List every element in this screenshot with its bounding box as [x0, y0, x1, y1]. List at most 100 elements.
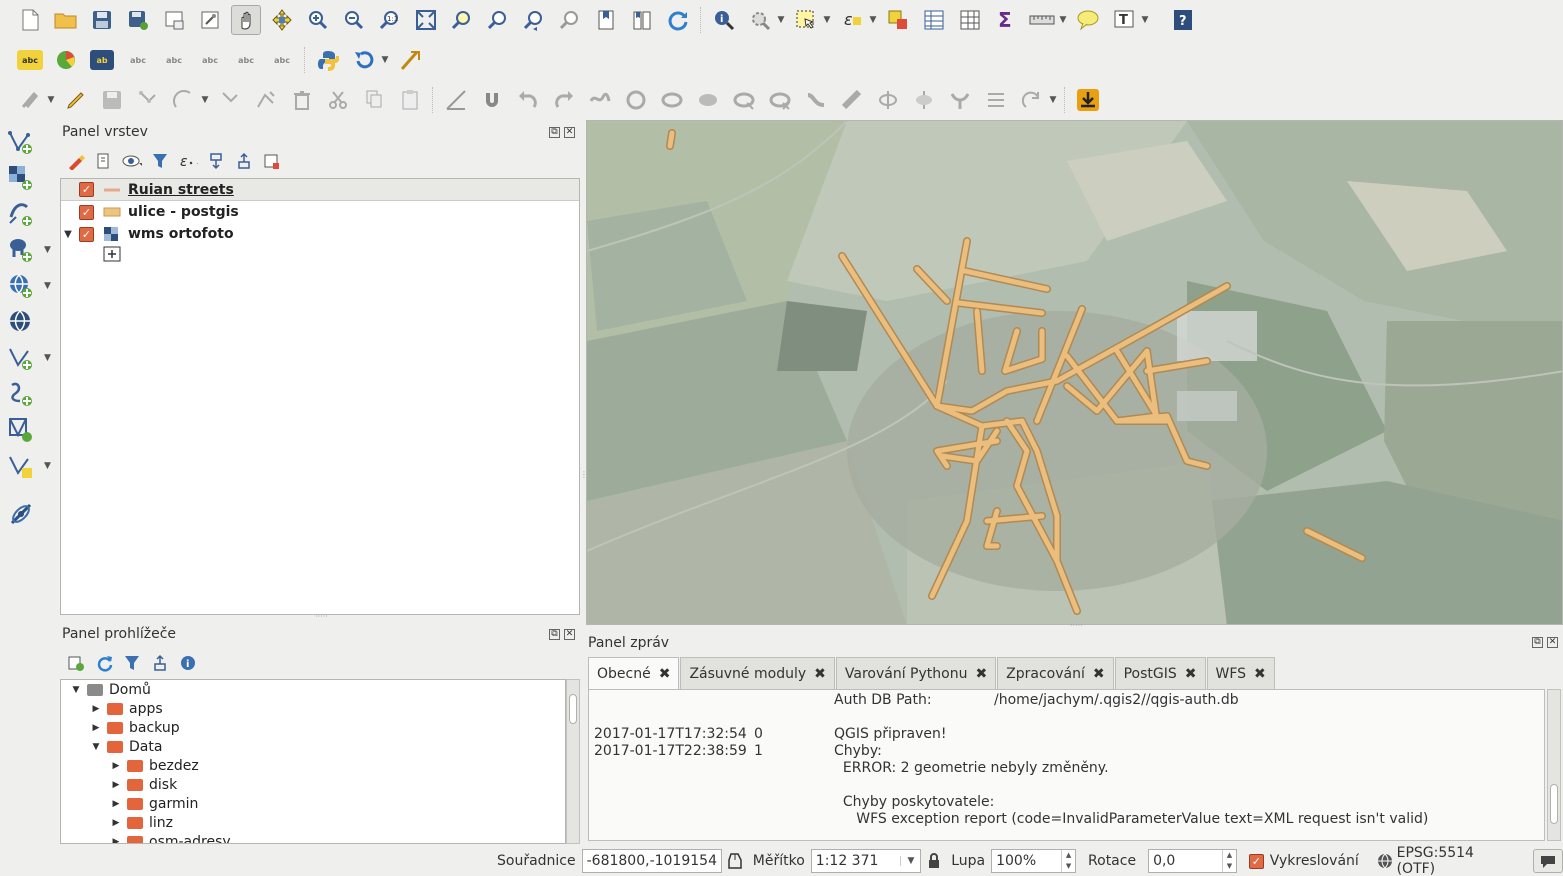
- add-wfs-layer-icon[interactable]: ▼: [0, 340, 56, 376]
- help-icon[interactable]: ?: [1168, 5, 1198, 35]
- layer-item-wms-ortofoto[interactable]: ▼ ✓ wms ortofoto: [61, 223, 579, 245]
- paste-features-icon[interactable]: [395, 85, 425, 115]
- tab-postgis[interactable]: PostGIS ✖: [1114, 657, 1206, 689]
- measure-dropdown-icon[interactable]: ▼: [1058, 15, 1068, 25]
- undo-icon[interactable]: [513, 85, 543, 115]
- zoom-to-selection-icon[interactable]: [447, 5, 477, 35]
- zoom-out-icon[interactable]: [339, 5, 369, 35]
- add-virtual-layer-icon[interactable]: [0, 412, 56, 448]
- deselect-icon[interactable]: [883, 5, 913, 35]
- map-splitter[interactable]: ·····: [1070, 621, 1083, 630]
- close-panel-icon[interactable]: ✕: [564, 127, 575, 138]
- new-shapefile-layer-icon[interactable]: ▼: [0, 448, 56, 484]
- statistics-icon[interactable]: Σ: [991, 5, 1021, 35]
- undo-plugin-dropdown-icon[interactable]: ▼: [380, 55, 390, 65]
- scale-combobox[interactable]: 1:12 371 ▼: [810, 849, 922, 873]
- collapsed-arrow-icon[interactable]: ▶: [109, 761, 123, 771]
- map-tips-icon[interactable]: [1073, 5, 1103, 35]
- zoom-full-icon[interactable]: [411, 5, 441, 35]
- annotation-dropdown-icon[interactable]: ▼: [1140, 15, 1150, 25]
- browser-item[interactable]: ▶ garmin: [61, 794, 565, 813]
- layer-labeling-icon[interactable]: abc: [15, 45, 45, 75]
- new-project-icon[interactable]: [15, 5, 45, 35]
- rotation-spin-arrows-icon[interactable]: ▲ ▼: [1221, 850, 1236, 872]
- close-tab-icon[interactable]: ✖: [975, 666, 987, 682]
- postgis-dropdown-icon[interactable]: ▼: [44, 245, 51, 255]
- browser-item[interactable]: ▶ disk: [61, 775, 565, 794]
- add-delimited-text-layer-icon[interactable]: [0, 376, 56, 412]
- node-tool-icon[interactable]: [251, 85, 281, 115]
- close-tab-icon[interactable]: ✖: [814, 666, 826, 682]
- browser-item[interactable]: ▶ linz: [61, 813, 565, 832]
- add-circular-string-icon[interactable]: [169, 85, 199, 115]
- snapping-options-icon[interactable]: [441, 85, 471, 115]
- open-project-icon[interactable]: [51, 5, 81, 35]
- rotation-spinbox[interactable]: 0,0 ▲ ▼: [1148, 849, 1237, 873]
- measure-angle-icon[interactable]: [395, 45, 425, 75]
- save-as-icon[interactable]: [123, 5, 153, 35]
- rotate-label-icon[interactable]: abc: [231, 45, 261, 75]
- delete-part-icon[interactable]: [765, 85, 795, 115]
- wms-dropdown-icon[interactable]: ▼: [44, 281, 51, 291]
- map-canvas[interactable]: [586, 120, 1563, 625]
- collapsed-arrow-icon[interactable]: ▶: [109, 780, 123, 790]
- text-annotation-icon[interactable]: T: [1109, 5, 1139, 35]
- layer-visibility-checkbox[interactable]: ✓: [79, 182, 94, 197]
- tab-wfs[interactable]: WFS ✖: [1206, 657, 1275, 689]
- python-console-icon[interactable]: [313, 45, 343, 75]
- reshape-features-icon[interactable]: [801, 85, 831, 115]
- layer-visibility-checkbox[interactable]: ✓: [79, 204, 94, 220]
- collapse-browser-icon[interactable]: [150, 653, 170, 673]
- split-features-icon[interactable]: [873, 85, 903, 115]
- manage-visibility-icon[interactable]: [122, 151, 142, 171]
- zoom-native-icon[interactable]: 1:1: [375, 5, 405, 35]
- message-log[interactable]: Auth DB Path: /home/jachym/.qgis2//qgis-…: [588, 689, 1545, 841]
- style-manager-icon[interactable]: [66, 151, 86, 171]
- delete-ring-icon[interactable]: [729, 85, 759, 115]
- attribute-table-icon[interactable]: [919, 5, 949, 35]
- messages-button[interactable]: [1533, 849, 1563, 873]
- log-scroll-thumb[interactable]: [1550, 784, 1558, 824]
- add-raster-layer-icon[interactable]: [0, 160, 56, 196]
- browser-item[interactable]: ▶ osm-adresy: [61, 832, 565, 844]
- add-selected-layers-icon[interactable]: [66, 653, 86, 673]
- simplify-feature-icon[interactable]: [585, 85, 615, 115]
- tab-plugins[interactable]: Zásuvné moduly ✖: [680, 657, 835, 689]
- new-bookmark-icon[interactable]: [591, 5, 621, 35]
- select-icon[interactable]: [791, 5, 821, 35]
- browser-item[interactable]: ▶ apps: [61, 699, 565, 718]
- zoom-to-layer-icon[interactable]: [483, 5, 513, 35]
- move-feature-icon[interactable]: [215, 85, 245, 115]
- float-panel-icon[interactable]: ⧉: [549, 629, 560, 640]
- collapsed-arrow-icon[interactable]: ▶: [109, 799, 123, 809]
- add-wcs-layer-icon[interactable]: [0, 304, 56, 340]
- collapsed-arrow-icon[interactable]: ▶: [89, 704, 103, 714]
- float-panel-icon[interactable]: ⧉: [1532, 637, 1543, 648]
- float-panel-icon[interactable]: ⧉: [549, 127, 560, 138]
- fill-ring-icon[interactable]: [693, 85, 723, 115]
- magnifier-spinbox[interactable]: 100% ▲ ▼: [991, 849, 1077, 873]
- crs-globe-icon[interactable]: [1377, 853, 1393, 869]
- tab-python-warnings[interactable]: Varování Pythonu ✖: [835, 657, 997, 689]
- collapsed-arrow-icon[interactable]: ▶: [109, 837, 123, 844]
- filter-by-expression-icon[interactable]: ε: [178, 151, 198, 171]
- action-dropdown-icon[interactable]: ▼: [776, 15, 786, 25]
- close-tab-icon[interactable]: ✖: [1185, 666, 1197, 682]
- merge-attributes-icon[interactable]: [981, 85, 1011, 115]
- current-edits-icon[interactable]: [15, 85, 45, 115]
- layer-item-ulice-postgis[interactable]: ✓ ulice - postgis: [61, 201, 579, 223]
- browser-item[interactable]: ▶ bezdez: [61, 756, 565, 775]
- add-group-icon[interactable]: [94, 151, 114, 171]
- cut-features-icon[interactable]: [323, 85, 353, 115]
- coordinate-field[interactable]: -681800,-1019154: [581, 849, 722, 873]
- current-edits-dropdown-icon[interactable]: ▼: [46, 95, 56, 105]
- crs-label[interactable]: EPSG:5514 (OTF): [1397, 845, 1516, 876]
- change-label-icon[interactable]: abc: [267, 45, 297, 75]
- panel-splitter[interactable]: ·····: [315, 612, 328, 621]
- download-icon[interactable]: [1073, 85, 1103, 115]
- new-layer-dropdown-icon[interactable]: ▼: [44, 461, 51, 471]
- zoom-in-icon[interactable]: [303, 5, 333, 35]
- action-icon[interactable]: [745, 5, 775, 35]
- layer-item-ruian-streets[interactable]: ✓ Ruian streets: [61, 179, 579, 201]
- label-highlight-icon[interactable]: ab: [87, 45, 117, 75]
